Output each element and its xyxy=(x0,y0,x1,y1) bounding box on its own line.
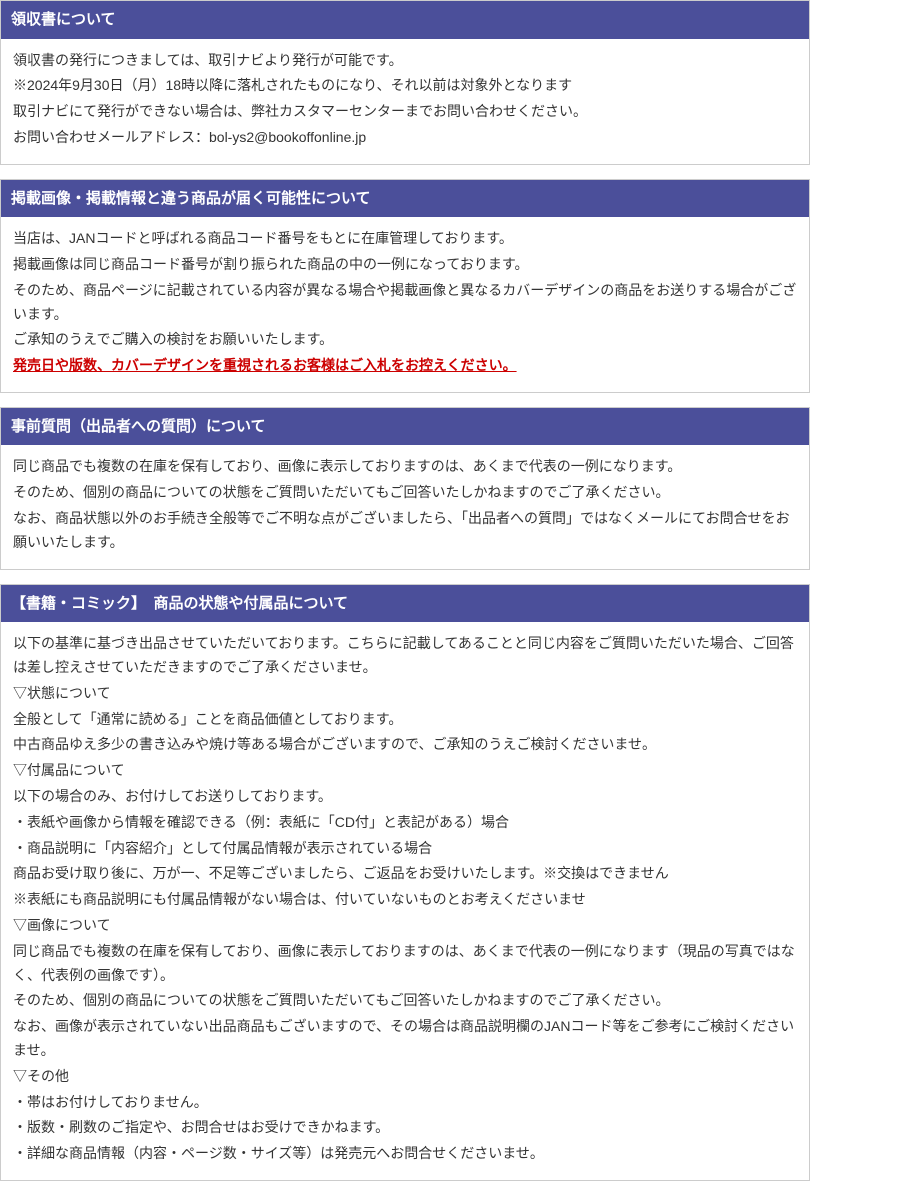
different-text-warning: 発売日や版数、カバーデザインを重視されるお客様はご入札をお控えください。 xyxy=(13,354,797,378)
books-image-2: そのため、個別の商品についての状態をご質問いただいてもご回答いたしかねますのでご… xyxy=(13,989,797,1013)
receipt-text-1: 領収書の発行につきましては、取引ナビより発行が可能です。 xyxy=(13,49,797,73)
books-other-2: ・版数・刷数のご指定や、お問合せはお受けできかねます。 xyxy=(13,1116,797,1140)
books-condition-1: 全般として「通常に読める」ことを商品価値としております。 xyxy=(13,708,797,732)
books-image-heading: ▽画像について xyxy=(13,914,797,938)
question-body: 同じ商品でも複数の在庫を保有しており、画像に表示しておりますのは、あくまで代表の… xyxy=(1,445,809,568)
books-accessory-4: 商品お受け取り後に、万が一、不足等ございましたら、ご返品をお受けいたします。※交… xyxy=(13,862,797,886)
different-text-2: 掲載画像は同じ商品コード番号が割り振られた商品の中の一例になっております。 xyxy=(13,253,797,277)
books-accessory-3: ・商品説明に「内容紹介」として付属品情報が表示されている場合 xyxy=(13,837,797,861)
books-other-3: ・詳細な商品情報（内容・ページ数・サイズ等）は発売元へお問合せくださいませ。 xyxy=(13,1142,797,1166)
books-header: 【書籍・コミック】 商品の状態や付属品について xyxy=(1,585,809,623)
books-accessory-heading: ▽付属品について xyxy=(13,759,797,783)
books-condition-2: 中古商品ゆえ多少の書き込みや焼け等ある場合がございますので、ご承知のうえご検討く… xyxy=(13,733,797,757)
books-accessory-1: 以下の場合のみ、お付けしてお送りしております。 xyxy=(13,785,797,809)
different-text-3: そのため、商品ページに記載されている内容が異なる場合や掲載画像と異なるカバーデザ… xyxy=(13,279,797,327)
books-other-1: ・帯はお付けしておりません。 xyxy=(13,1091,797,1115)
receipt-text-3: 取引ナビにて発行ができない場合は、弊社カスタマーセンターまでお問い合わせください… xyxy=(13,100,797,124)
different-text-1: 当店は、JANコードと呼ばれる商品コード番号をもとに在庫管理しております。 xyxy=(13,227,797,251)
question-text-3: なお、商品状態以外のお手続き全般等でご不明な点がございましたら、「出品者への質問… xyxy=(13,507,797,555)
receipt-section: 領収書について 領収書の発行につきましては、取引ナビより発行が可能です。 ※20… xyxy=(0,0,810,165)
books-other-heading: ▽その他 xyxy=(13,1065,797,1089)
books-section: 【書籍・コミック】 商品の状態や付属品について 以下の基準に基づき出品させていた… xyxy=(0,584,810,1181)
receipt-body: 領収書の発行につきましては、取引ナビより発行が可能です。 ※2024年9月30日… xyxy=(1,39,809,164)
question-text-1: 同じ商品でも複数の在庫を保有しており、画像に表示しておりますのは、あくまで代表の… xyxy=(13,455,797,479)
different-text-4: ご承知のうえでご購入の検討をお願いいたします。 xyxy=(13,328,797,352)
question-header: 事前質問（出品者への質問）について xyxy=(1,408,809,446)
books-condition-heading: ▽状態について xyxy=(13,682,797,706)
books-image-1: 同じ商品でも複数の在庫を保有しており、画像に表示しておりますのは、あくまで代表の… xyxy=(13,940,797,988)
question-section: 事前質問（出品者への質問）について 同じ商品でも複数の在庫を保有しており、画像に… xyxy=(0,407,810,570)
books-accessory-5: ※表紙にも商品説明にも付属品情報がない場合は、付いていないものとお考えくださいま… xyxy=(13,888,797,912)
receipt-text-2: ※2024年9月30日（月）18時以降に落札されたものになり、それ以前は対象外と… xyxy=(13,74,797,98)
receipt-header: 領収書について xyxy=(1,1,809,39)
books-image-3: なお、画像が表示されていない出品商品もございますので、その場合は商品説明欄のJA… xyxy=(13,1015,797,1063)
different-product-section: 掲載画像・掲載情報と違う商品が届く可能性について 当店は、JANコードと呼ばれる… xyxy=(0,179,810,393)
receipt-text-4: お問い合わせメールアドレス：bol-ys2@bookoffonline.jp xyxy=(13,126,797,150)
different-product-body: 当店は、JANコードと呼ばれる商品コード番号をもとに在庫管理しております。 掲載… xyxy=(1,217,809,392)
books-intro: 以下の基準に基づき出品させていただいております。こちらに記載してあることと同じ内… xyxy=(13,632,797,680)
question-text-2: そのため、個別の商品についての状態をご質問いただいてもご回答いたしかねますのでご… xyxy=(13,481,797,505)
books-accessory-2: ・表紙や画像から情報を確認できる（例：表紙に「CD付」と表記がある）場合 xyxy=(13,811,797,835)
different-product-header: 掲載画像・掲載情報と違う商品が届く可能性について xyxy=(1,180,809,218)
books-body: 以下の基準に基づき出品させていただいております。こちらに記載してあることと同じ内… xyxy=(1,622,809,1180)
